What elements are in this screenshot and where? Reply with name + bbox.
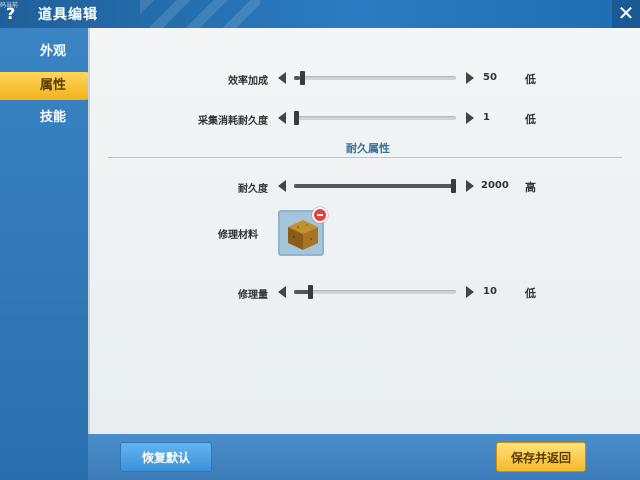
reset-default-button[interactable]: 恢复默认 [120,442,212,472]
main-panel: 效率加成 50 低 采集消耗耐久度 1 低 耐久属性 耐久度 2000 高 修理… [88,28,640,434]
save-and-return-button[interactable]: 保存并返回 [496,442,586,472]
durability-cost-level: 低 [525,113,536,126]
durability-increase-button[interactable] [466,180,474,192]
dirt-block-icon [288,220,318,250]
repair-amount-slider-fill [294,290,309,294]
repair-amount-decrease-button[interactable] [278,286,286,298]
durability-slider[interactable] [294,179,456,193]
question-icon[interactable]: ? [6,4,15,23]
repair-material-label: 修理材料 [218,230,258,241]
repair-amount-value: 10 [483,286,497,297]
durability-cost-label: 采集消耗耐久度 [198,116,268,127]
efficiency-label: 效率加成 [228,76,268,87]
sidebar-item-appearance[interactable]: 外观 [0,38,88,66]
durability-decrease-button[interactable] [278,180,286,192]
repair-amount-increase-button[interactable] [466,286,474,298]
repair-amount-label: 修理量 [238,290,268,301]
sidebar: 外观 属性 技能 [0,28,90,480]
sidebar-item-attributes[interactable]: 属性 [0,72,90,100]
window-title: 道具编辑 [38,7,98,23]
durability-cost-slider[interactable] [294,111,456,125]
section-divider [108,157,622,158]
efficiency-level: 低 [525,73,536,86]
durability-slider-fill [294,184,456,188]
section-title: 耐久属性 [346,142,390,155]
title-bar-decoration [140,0,260,28]
durability-cost-slider-thumb[interactable] [294,111,299,125]
close-icon[interactable]: ✕ [612,0,640,28]
repair-amount-slider[interactable] [294,285,456,299]
durability-slider-thumb[interactable] [451,179,456,193]
repair-amount-level: 低 [525,287,536,300]
repair-amount-slider-thumb[interactable] [308,285,313,299]
efficiency-slider[interactable] [294,71,456,85]
efficiency-decrease-button[interactable] [278,72,286,84]
durability-cost-value: 1 [483,112,490,123]
efficiency-increase-button[interactable] [466,72,474,84]
sidebar-item-skills[interactable]: 技能 [0,104,88,132]
durability-cost-increase-button[interactable] [466,112,474,124]
durability-value: 2000 [481,180,509,191]
title-bar: 码当前 ? 道具编辑 ✕ [0,0,640,28]
durability-label: 耐久度 [238,184,268,195]
efficiency-slider-thumb[interactable] [300,71,305,85]
durability-cost-decrease-button[interactable] [278,112,286,124]
bottom-bar: 恢复默认 保存并返回 [88,434,640,480]
remove-material-icon[interactable] [312,207,328,223]
durability-level: 高 [525,181,536,194]
efficiency-value: 50 [483,72,497,83]
